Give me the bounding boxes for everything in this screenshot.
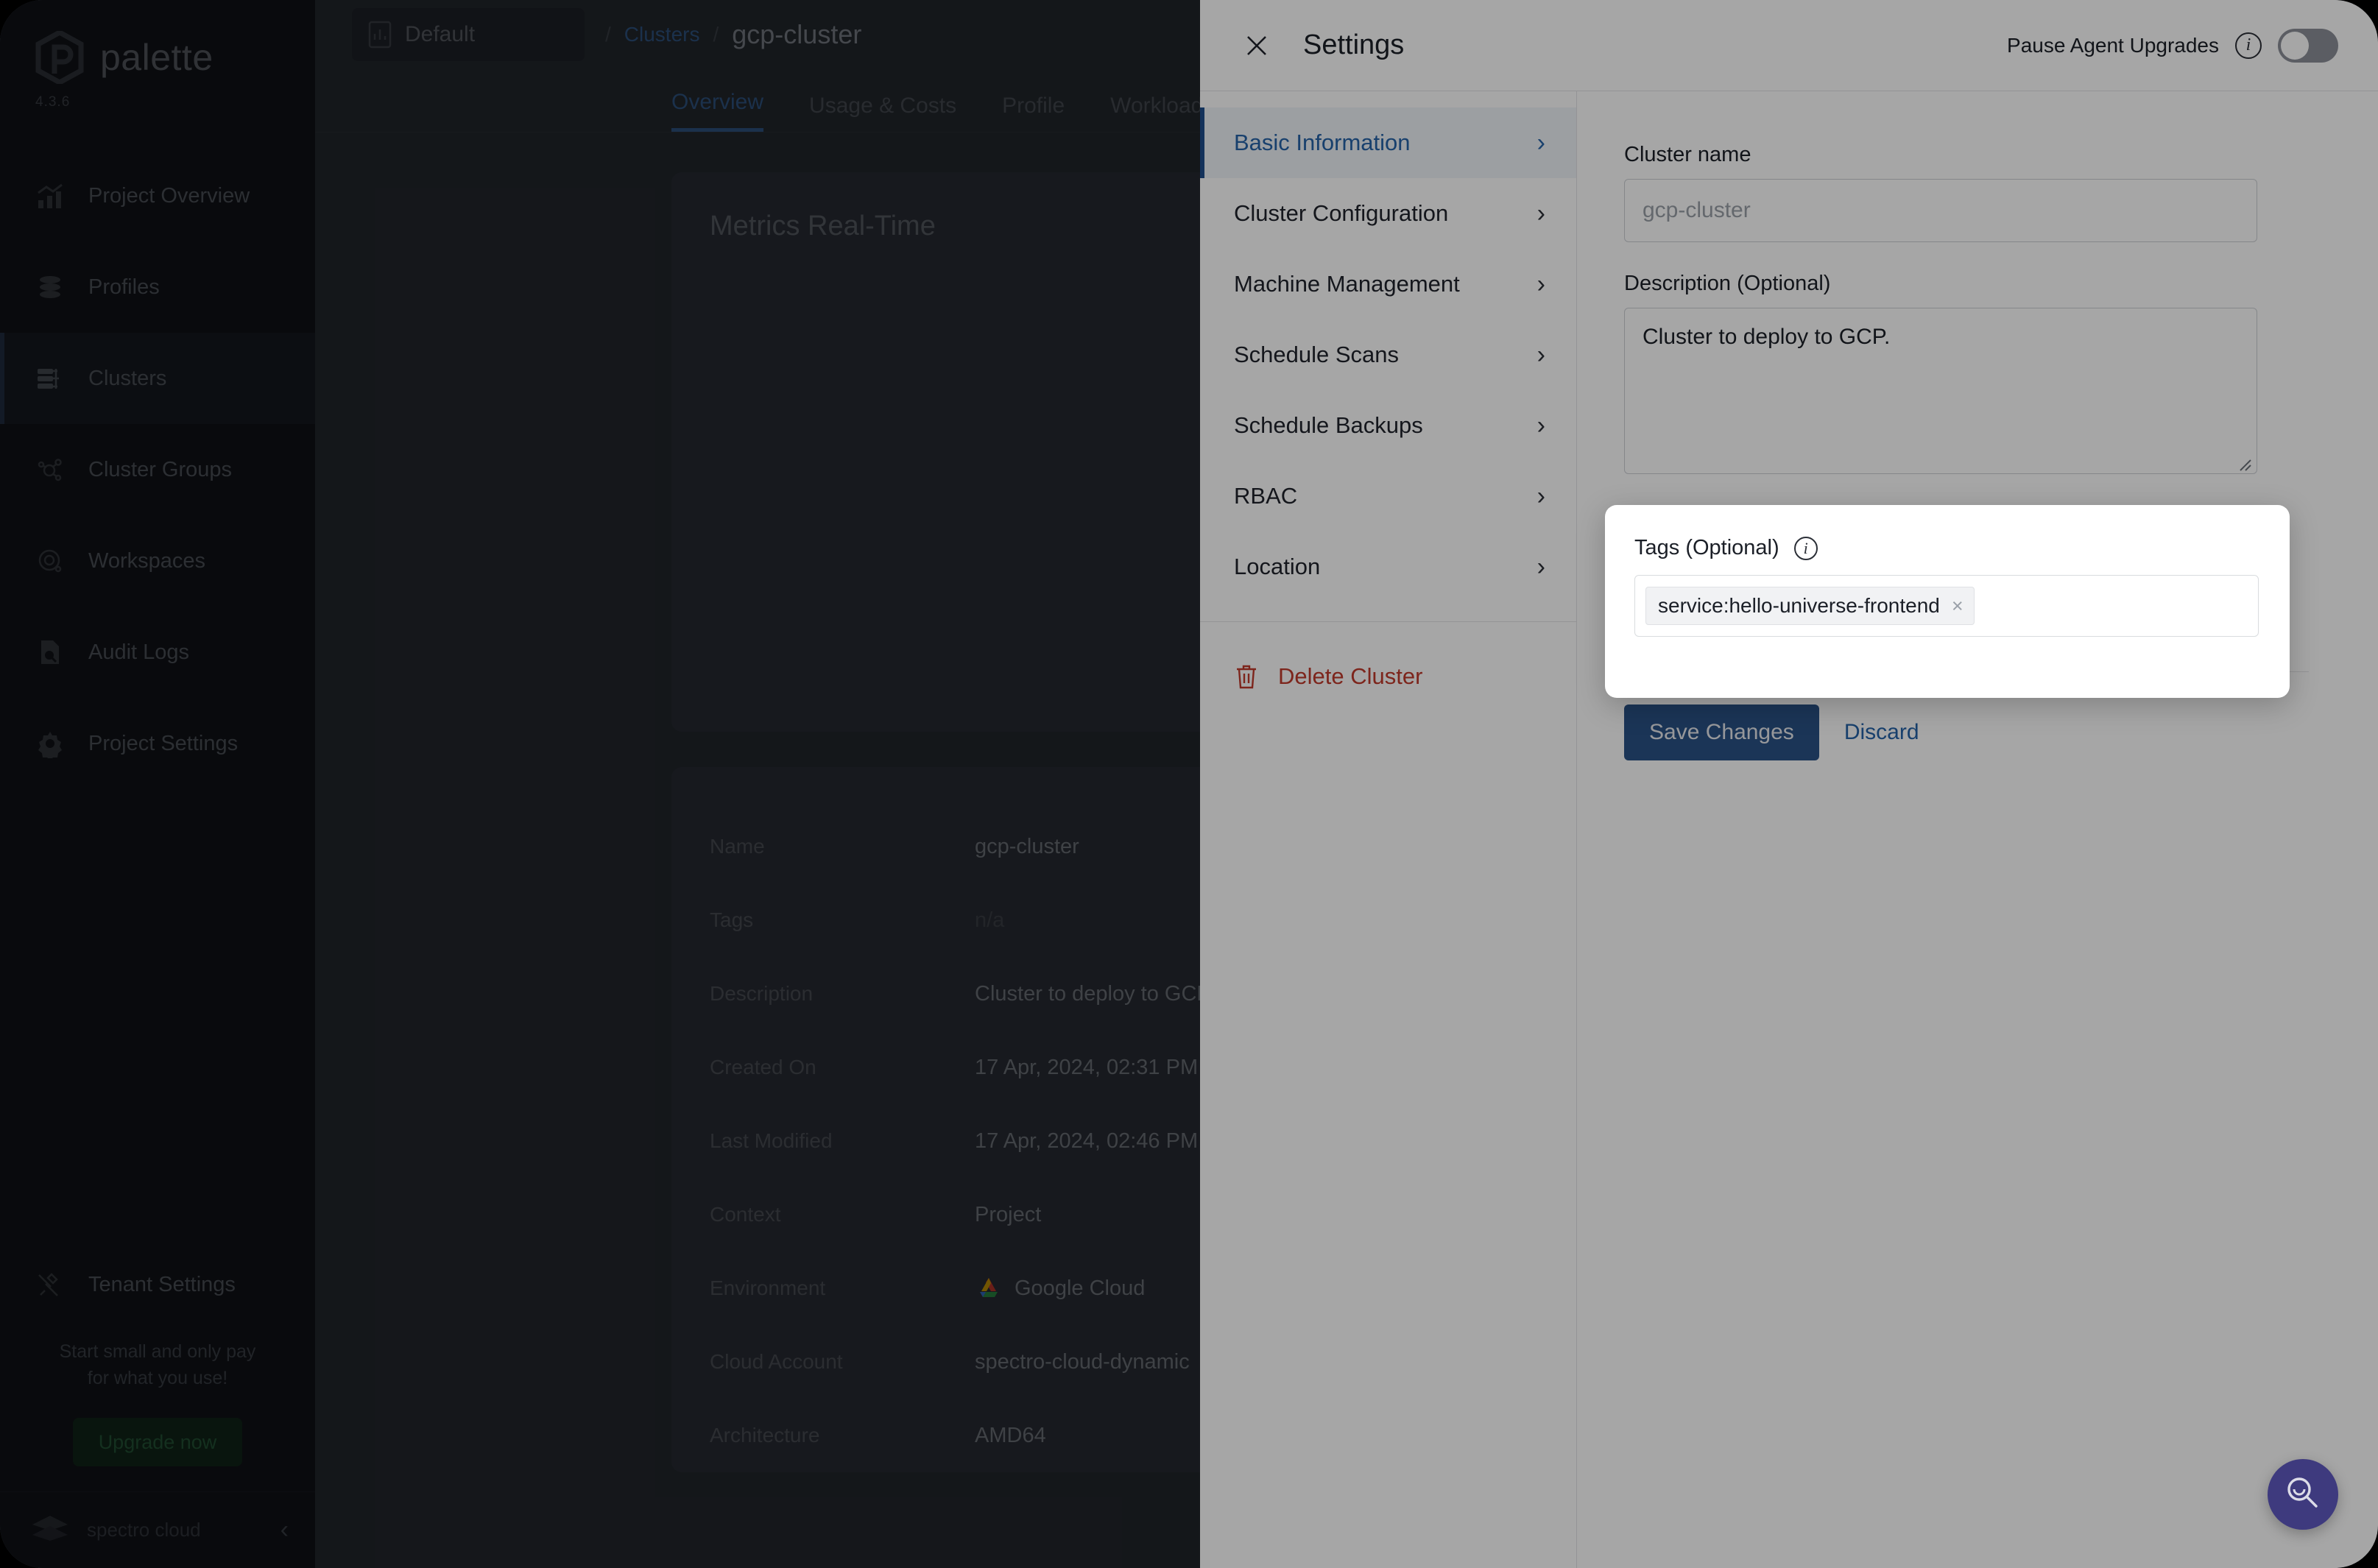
cluster-name-input[interactable]: gcp-cluster [1624, 179, 2257, 242]
settings-menu-item-basic-information[interactable]: Basic Information › [1200, 107, 1576, 178]
chevron-right-icon: › [1537, 129, 1545, 158]
settings-menu-item-rbac[interactable]: RBAC › [1200, 461, 1576, 532]
drawer-title: Settings [1303, 29, 1404, 61]
drawer-body: Basic Information › Cluster Configuratio… [1200, 91, 2378, 1568]
trash-icon [1234, 663, 1259, 690]
info-icon[interactable]: i [1794, 537, 1818, 560]
chevron-right-icon: › [1537, 553, 1545, 582]
pause-agent-upgrades-control: Pause Agent Upgrades i [2007, 29, 2338, 63]
info-icon[interactable]: i [2235, 32, 2262, 59]
form-actions: Save Changes Discard [1624, 704, 2297, 760]
tags-input[interactable]: service:hello-universe-frontend × [1634, 575, 2259, 637]
menu-item-label: Location [1234, 554, 1320, 580]
tags-popover: Tags (Optional) i service:hello-universe… [1605, 505, 2290, 698]
menu-item-label: Machine Management [1234, 271, 1460, 297]
search-fab-button[interactable] [2268, 1459, 2338, 1530]
menu-item-label: RBAC [1234, 483, 1297, 509]
app-window: palette 4.3.6 Project Overview Profiles [0, 0, 2378, 1568]
chevron-right-icon: › [1537, 199, 1545, 228]
settings-menu-item-schedule-backups[interactable]: Schedule Backups › [1200, 390, 1576, 461]
spacer [1624, 242, 2297, 272]
chevron-right-icon: › [1537, 270, 1545, 299]
pause-agent-upgrades-toggle[interactable] [2278, 29, 2338, 63]
toggle-knob [2281, 32, 2309, 60]
tag-chip-label: service:hello-universe-frontend [1658, 594, 1940, 618]
settings-menu-item-cluster-configuration[interactable]: Cluster Configuration › [1200, 178, 1576, 249]
delete-cluster-button[interactable]: Delete Cluster [1200, 641, 1576, 712]
menu-divider [1200, 621, 1576, 622]
tag-chip[interactable]: service:hello-universe-frontend × [1645, 587, 1975, 625]
resize-handle-icon[interactable] [2236, 453, 2252, 469]
tags-label: Tags (Optional) [1634, 536, 1779, 560]
menu-item-label: Basic Information [1234, 130, 1411, 156]
delete-cluster-label: Delete Cluster [1278, 663, 1422, 690]
menu-item-label: Cluster Configuration [1234, 200, 1448, 227]
menu-item-label: Schedule Backups [1234, 412, 1423, 439]
close-icon[interactable] [1240, 29, 1274, 63]
tags-header: Tags (Optional) i [1634, 536, 2260, 560]
description-value: Cluster to deploy to GCP. [1643, 325, 1890, 349]
description-textarea[interactable]: Cluster to deploy to GCP. [1624, 308, 2257, 474]
basic-information-pane: Cluster name gcp-cluster Description (Op… [1577, 91, 2378, 1568]
close-icon[interactable]: × [1952, 595, 1964, 618]
search-icon [2284, 1474, 2322, 1516]
cluster-name-label: Cluster name [1624, 143, 2297, 167]
save-changes-button[interactable]: Save Changes [1624, 704, 1819, 760]
settings-drawer: Settings Pause Agent Upgrades i Basic In… [1200, 0, 2378, 1568]
pause-agent-upgrades-label: Pause Agent Upgrades [2007, 34, 2219, 57]
menu-item-label: Schedule Scans [1234, 342, 1399, 368]
settings-menu: Basic Information › Cluster Configuratio… [1200, 91, 1577, 1568]
description-label: Description (Optional) [1624, 272, 2297, 296]
chevron-right-icon: › [1537, 412, 1545, 440]
discard-button[interactable]: Discard [1844, 720, 1919, 745]
settings-menu-item-location[interactable]: Location › [1200, 532, 1576, 602]
settings-menu-item-schedule-scans[interactable]: Schedule Scans › [1200, 319, 1576, 390]
chevron-right-icon: › [1537, 341, 1545, 370]
chevron-right-icon: › [1537, 482, 1545, 511]
drawer-header: Settings Pause Agent Upgrades i [1200, 0, 2378, 91]
settings-menu-item-machine-management[interactable]: Machine Management › [1200, 249, 1576, 319]
